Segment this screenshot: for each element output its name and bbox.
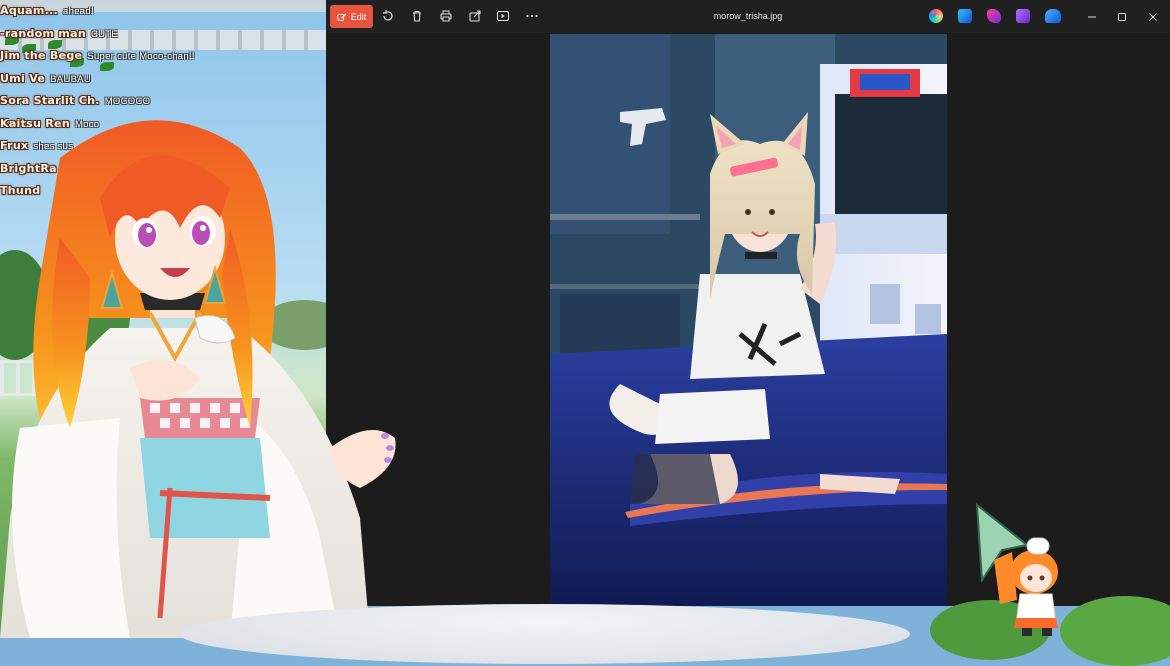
file-name-title: morow_trisha.jpg xyxy=(713,11,783,21)
chat-text: BAUBAU xyxy=(50,73,92,85)
chibi-mascot-cursor xyxy=(972,500,1072,638)
print-icon[interactable] xyxy=(437,7,455,25)
slideshow-icon[interactable] xyxy=(494,7,512,25)
close-icon xyxy=(1149,12,1157,21)
displayed-photo[interactable] xyxy=(550,34,947,606)
avatar-illustration xyxy=(0,120,396,638)
title-bar: Edit morow_trisha.jpg xyxy=(326,0,1170,34)
minimize-button[interactable] xyxy=(1077,0,1107,33)
chat-message: Umi Ve BAUBAU xyxy=(0,68,326,91)
chat-author: Jim the Bege xyxy=(0,49,83,62)
more-icon[interactable] xyxy=(523,7,541,25)
close-button[interactable] xyxy=(1138,0,1168,33)
bush-right-2 xyxy=(1060,596,1170,666)
chat-text: Super cute Moco-chan!! xyxy=(87,51,195,62)
designer-icon[interactable] xyxy=(958,9,972,23)
copilot-icon[interactable] xyxy=(929,9,943,23)
chat-message: Aquam... ahead! xyxy=(0,0,326,23)
chat-message: Jim the Bege Super cute Moco-chan!! xyxy=(0,45,326,68)
maximize-icon xyxy=(1118,12,1126,21)
edit-button[interactable]: Edit xyxy=(330,5,373,28)
share-icon[interactable] xyxy=(466,7,484,25)
maximize-button[interactable] xyxy=(1107,0,1137,33)
vtuber-avatar xyxy=(0,98,420,638)
onedrive-icon[interactable] xyxy=(1045,9,1061,23)
delete-icon[interactable] xyxy=(408,7,426,25)
chat-author: Aquam... xyxy=(0,4,59,17)
chat-message: -random man CUTE xyxy=(0,23,326,46)
edit-label: Edit xyxy=(350,11,367,22)
photos-icon[interactable] xyxy=(1016,9,1030,23)
chat-author: Umi Ve xyxy=(0,71,46,85)
edit-icon xyxy=(337,13,346,21)
cosplay-photo-image xyxy=(550,34,947,606)
table-surface xyxy=(180,604,910,664)
chat-text: CUTE xyxy=(90,28,119,40)
rotate-icon[interactable] xyxy=(379,7,397,25)
chat-author: -random man xyxy=(0,26,86,40)
chat-text: ahead! xyxy=(63,6,94,17)
minimize-icon xyxy=(1088,16,1096,17)
clipchamp-icon[interactable] xyxy=(987,9,1001,23)
